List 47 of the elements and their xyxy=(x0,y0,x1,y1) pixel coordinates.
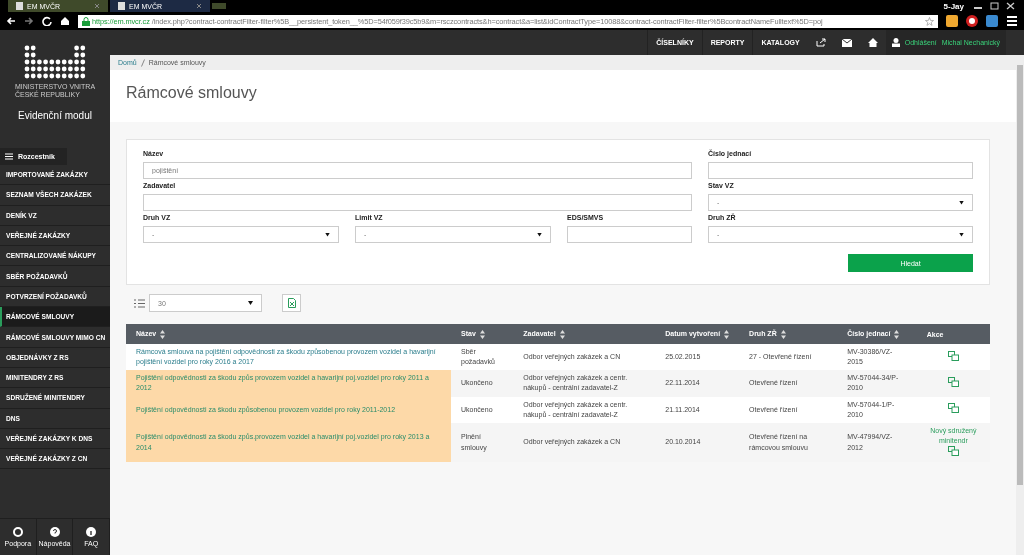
eds-field[interactable] xyxy=(567,226,692,243)
separator-icon xyxy=(140,58,145,67)
home-icon[interactable] xyxy=(867,38,878,47)
lifebuoy-icon xyxy=(12,527,23,537)
caret-icon xyxy=(325,232,330,237)
contracting-authority-field[interactable] xyxy=(143,194,692,211)
export-icon[interactable] xyxy=(815,38,826,47)
caret-icon xyxy=(959,200,964,205)
caret-icon xyxy=(248,301,253,305)
sort-icon xyxy=(724,329,730,339)
copy-icon[interactable] xyxy=(947,403,959,414)
copy-icon[interactable] xyxy=(947,376,959,387)
page-title: Rámcové smlouvy xyxy=(110,70,1016,122)
spreadsheet-icon xyxy=(287,298,296,308)
lock-icon xyxy=(82,16,90,26)
home-icon[interactable] xyxy=(60,16,70,26)
menu-icon xyxy=(5,153,13,160)
star-icon[interactable] xyxy=(925,16,934,26)
back-icon[interactable] xyxy=(6,16,16,26)
reload-icon[interactable] xyxy=(42,16,52,26)
page-icon xyxy=(16,2,23,10)
sort-icon xyxy=(780,329,786,339)
copy-icon[interactable] xyxy=(947,350,959,361)
menu-icon[interactable] xyxy=(1006,15,1018,27)
copy-icon[interactable] xyxy=(947,446,959,457)
forward-icon[interactable] xyxy=(24,16,34,26)
user-icon xyxy=(891,38,900,47)
logo-icon xyxy=(23,44,87,80)
scrollbar[interactable] xyxy=(1016,55,1024,555)
info-icon xyxy=(86,527,97,537)
reference-number-field[interactable] xyxy=(708,162,973,179)
help-icon xyxy=(49,527,60,537)
close-icon[interactable] xyxy=(1006,2,1016,10)
page-icon xyxy=(118,2,125,10)
restore-icon[interactable] xyxy=(990,2,1000,10)
sort-icon xyxy=(160,329,166,339)
sort-icon xyxy=(894,329,900,339)
profile-name[interactable]: 5-Jay xyxy=(943,1,964,11)
caret-icon xyxy=(537,232,542,237)
list-icon xyxy=(134,298,145,308)
caret-icon xyxy=(959,232,964,237)
mail-icon[interactable] xyxy=(841,38,852,47)
sort-icon xyxy=(479,329,485,339)
extension-icon[interactable] xyxy=(966,15,978,27)
sort-icon xyxy=(559,329,565,339)
export-button[interactable] xyxy=(282,294,301,312)
app-name: Evidenční modul xyxy=(18,110,92,122)
